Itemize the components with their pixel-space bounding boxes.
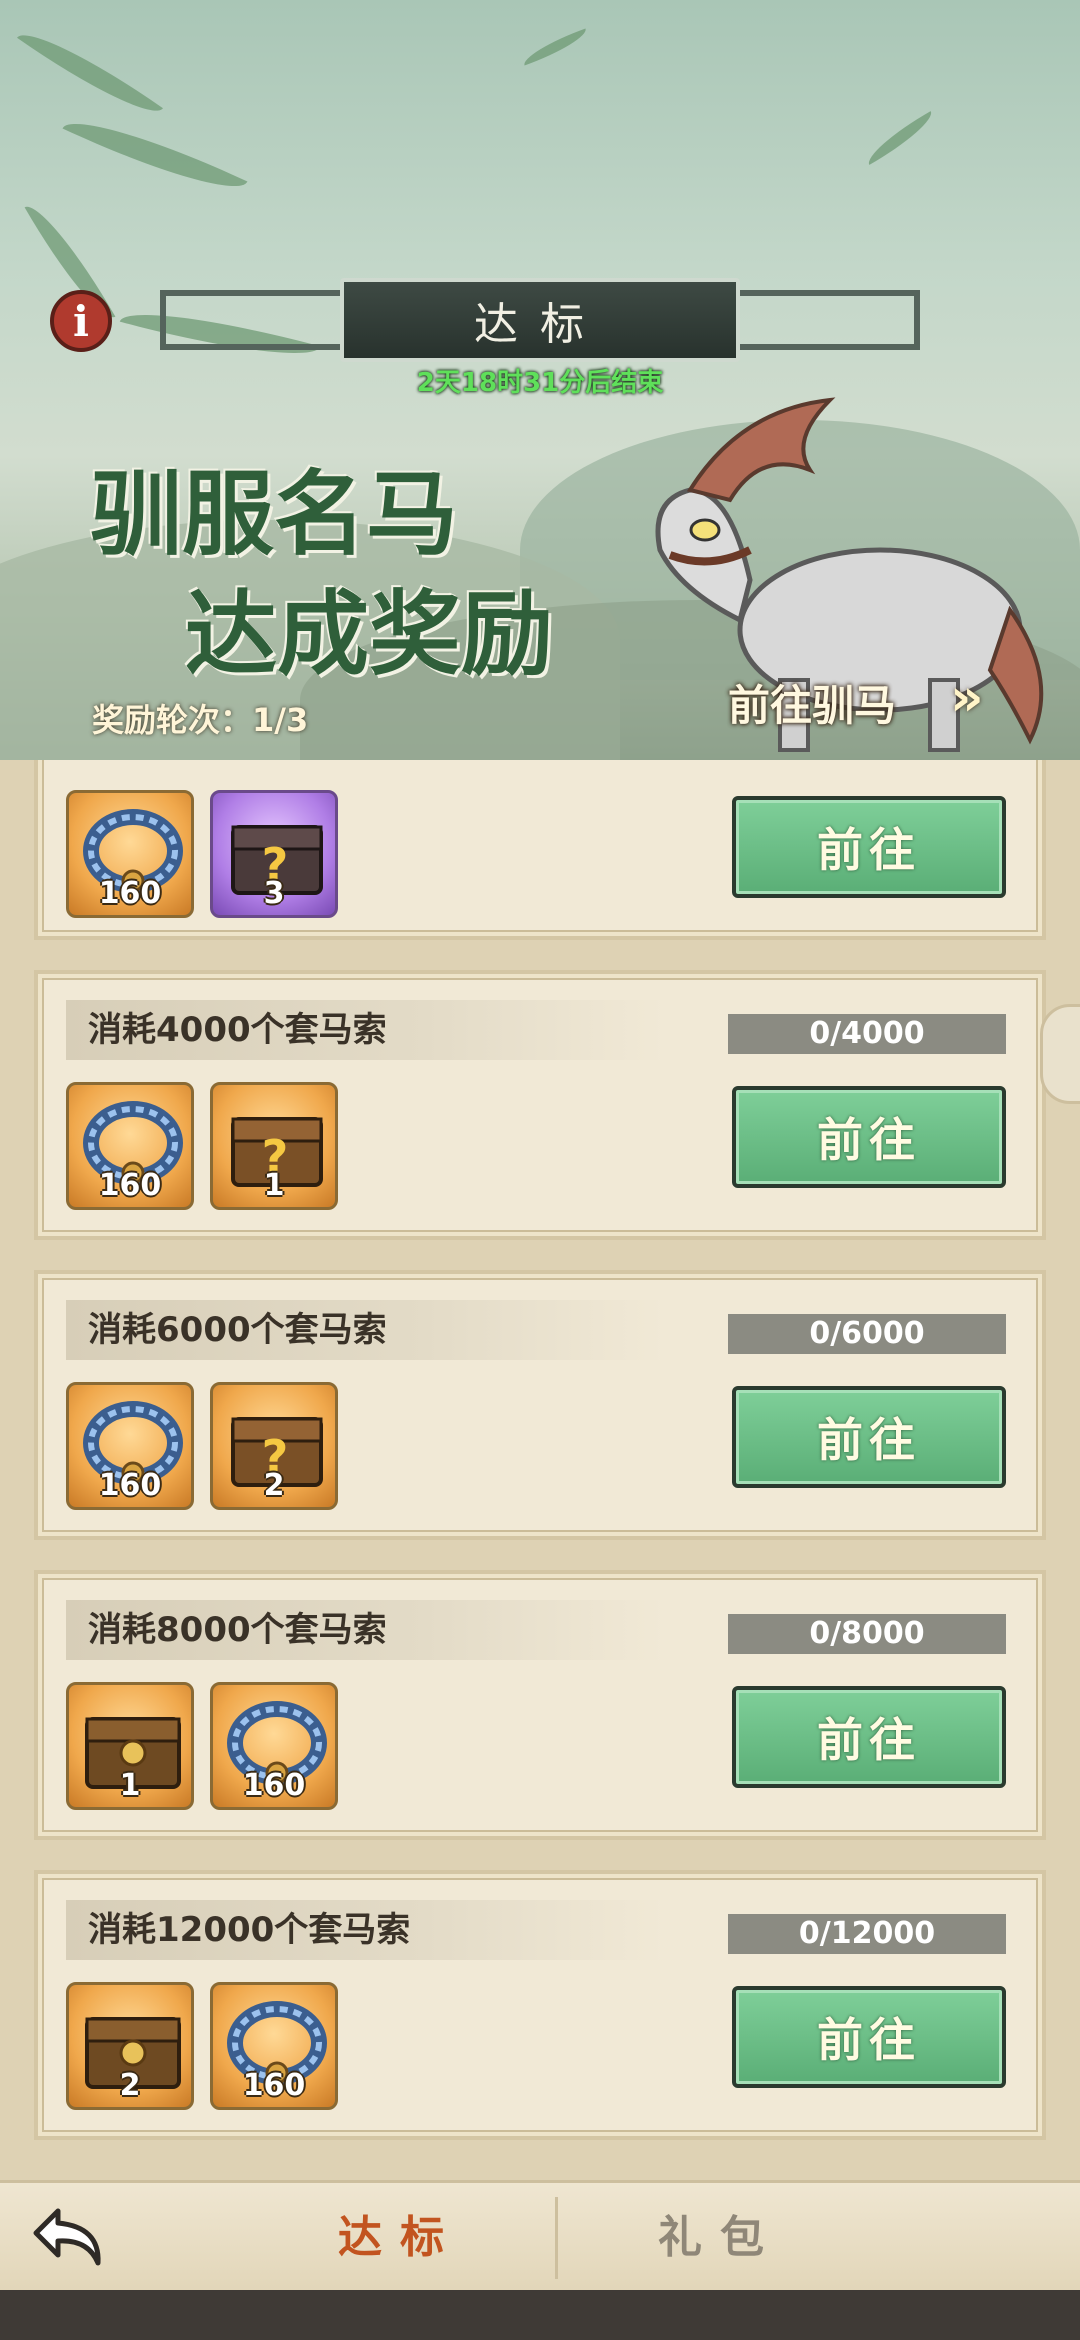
reward-item[interactable]: 160 (210, 1982, 338, 2110)
go-button[interactable]: 前往 (732, 1686, 1006, 1788)
page-title: 达标 (340, 278, 740, 362)
bamboo-leaf-decoration (861, 111, 939, 165)
task-card: 消耗6000个套马索 0/6000 160 ? 2 前往 (34, 1270, 1046, 1540)
go-button[interactable]: 前往 (732, 796, 1006, 898)
bottom-nav: 达标 礼包 (0, 2180, 1080, 2290)
reward-item[interactable]: 2 (66, 1982, 194, 2110)
plaque-ornament-right (730, 290, 920, 350)
reward-count: 160 (242, 2068, 306, 2103)
reward-item[interactable]: 160 (66, 1082, 194, 1210)
headline-line-2: 达成奖励 (185, 580, 554, 688)
event-banner: i 达标 2天18时31分后结束 驯服名马 达成奖励 奖励轮次：1/3 前往驯马… (0, 0, 1080, 760)
bamboo-leaf-decoration (62, 101, 248, 209)
reward-list: 160 ? 3 (66, 790, 338, 918)
reward-list: 160 ? 2 (66, 1382, 338, 1510)
reward-round-info: 奖励轮次：1/3 (92, 701, 309, 739)
go-tame-horse-link[interactable]: 前往驯马 (728, 672, 896, 733)
task-title: 消耗8000个套马索 (66, 1600, 666, 1660)
system-nav-bar (0, 2290, 1080, 2340)
reward-count: 1 (263, 1168, 285, 1203)
task-title: 消耗6000个套马索 (66, 1300, 666, 1360)
reward-item[interactable]: ? 1 (210, 1082, 338, 1210)
reward-count: 3 (263, 876, 285, 911)
double-chevron-right-icon[interactable]: » (950, 668, 984, 728)
reward-count: 2 (119, 2068, 141, 2103)
reward-count: 160 (242, 1768, 306, 1803)
task-card: 消耗4000个套马索 0/4000 160 ? 1 前往 (34, 970, 1046, 1240)
go-button[interactable]: 前往 (732, 1986, 1006, 2088)
plaque-ornament-left (160, 290, 350, 350)
task-progress: 0/6000 (728, 1314, 1006, 1354)
reward-list: 160 ? 1 (66, 1082, 338, 1210)
task-progress: 0/8000 (728, 1614, 1006, 1654)
tab-gift-pack[interactable]: 礼包 (570, 2203, 870, 2273)
reward-count: 160 (98, 876, 162, 911)
headline-line-1: 驯服名马 (90, 460, 459, 568)
task-title: 消耗4000个套马索 (66, 1000, 666, 1060)
side-tab-handle[interactable] (1040, 1004, 1080, 1104)
reward-count: 1 (119, 1768, 141, 1803)
reward-item[interactable]: ? 3 (210, 790, 338, 918)
info-icon[interactable]: i (50, 290, 112, 352)
reward-count: 160 (98, 1468, 162, 1503)
reward-item[interactable]: 160 (210, 1682, 338, 1810)
reward-item[interactable]: 160 (66, 790, 194, 918)
task-progress: 0/12000 (728, 1914, 1006, 1954)
task-card: 消耗8000个套马索 0/8000 1 160 前往 (34, 1570, 1046, 1840)
reward-list: 2 160 (66, 1982, 338, 2110)
tab-achievement[interactable]: 达标 (250, 2203, 550, 2273)
reward-item[interactable]: 1 (66, 1682, 194, 1810)
task-progress: 0/4000 (728, 1014, 1006, 1054)
reward-item[interactable]: ? 2 (210, 1382, 338, 1510)
task-title: 消耗12000个套马索 (66, 1900, 666, 1960)
bamboo-leaf-decoration (519, 28, 591, 66)
go-button[interactable]: 前往 (732, 1086, 1006, 1188)
task-card: 消耗12000个套马索 0/12000 2 160 前往 (34, 1870, 1046, 2140)
reward-count: 160 (98, 1168, 162, 1203)
reward-count: 2 (263, 1468, 285, 1503)
task-list[interactable]: 160 ? 3 前往 消耗4000个套马索 0/4000 160 ? 1 前往 … (0, 760, 1080, 2180)
reward-item[interactable]: 160 (66, 1382, 194, 1510)
go-button[interactable]: 前往 (732, 1386, 1006, 1488)
bamboo-leaf-decoration (17, 16, 163, 130)
back-arrow-icon[interactable] (28, 2201, 112, 2275)
task-card: 160 ? 3 前往 (34, 760, 1046, 940)
tab-divider (555, 2197, 558, 2279)
reward-list: 1 160 (66, 1682, 338, 1810)
